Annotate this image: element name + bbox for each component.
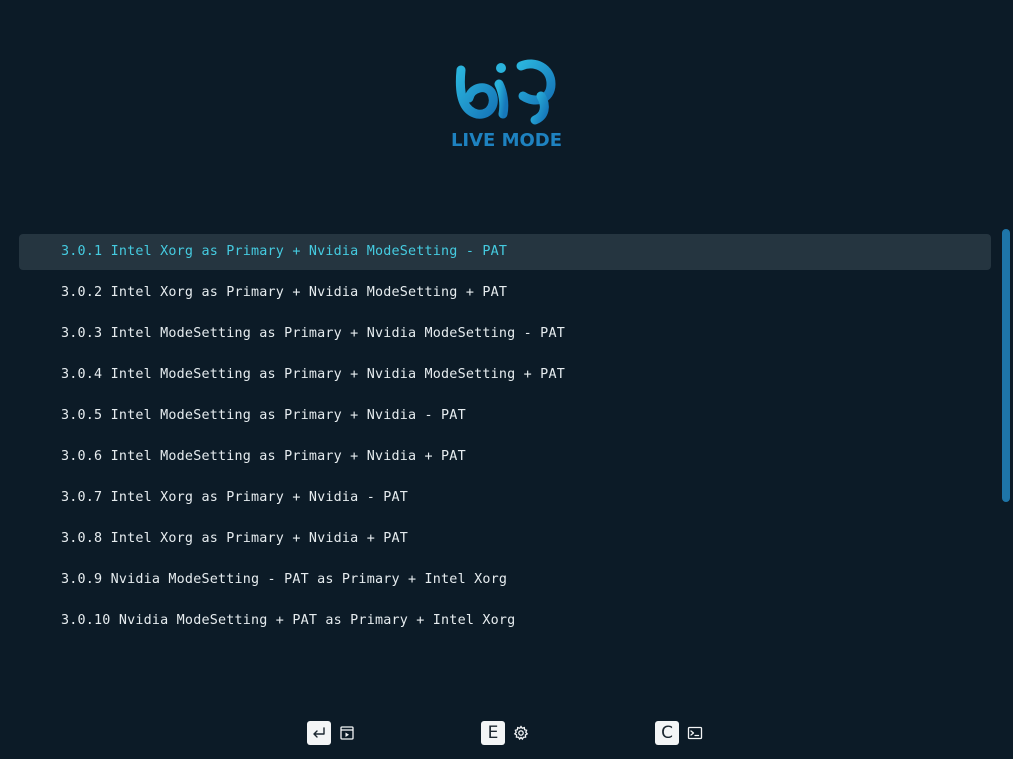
terminal-icon [687,726,703,740]
boot-menu: 3.0.1 Intel Xorg as Primary + Nvidia Mod… [19,234,991,644]
boot-entry-3-0-6[interactable]: 3.0.6 Intel ModeSetting as Primary + Nvi… [19,439,991,475]
boot-entry-3-0-7[interactable]: 3.0.7 Intel Xorg as Primary + Nvidia - P… [19,480,991,516]
c-key: C [655,721,679,745]
boot-entry-3-0-4[interactable]: 3.0.4 Intel ModeSetting as Primary + Nvi… [19,357,991,393]
boot-entry-3-0-1[interactable]: 3.0.1 Intel Xorg as Primary + Nvidia Mod… [19,234,991,270]
live-mode-label: LIVE MODE [450,130,563,151]
boot-entry-3-0-2[interactable]: 3.0.2 Intel Xorg as Primary + Nvidia Mod… [19,275,991,311]
boot-entry-3-0-3[interactable]: 3.0.3 Intel ModeSetting as Primary + Nvi… [19,316,991,352]
gear-icon [513,725,529,741]
big-logo: LIVE MODE [0,52,1013,151]
boot-entry-3-0-8[interactable]: 3.0.8 Intel Xorg as Primary + Nvidia + P… [19,521,991,557]
enter-key-icon [307,721,331,745]
big-logo-icon [455,59,555,125]
e-key: E [481,721,505,745]
boot-entry-3-0-9[interactable]: 3.0.9 Nvidia ModeSetting - PAT as Primar… [19,562,991,598]
boot-entry-3-0-5[interactable]: 3.0.5 Intel ModeSetting as Primary + Nvi… [19,398,991,434]
key-hints-bar: E C [0,721,1013,747]
menu-scrollbar[interactable] [1002,229,1010,502]
boot-entry-3-0-10[interactable]: 3.0.10 Nvidia ModeSetting + PAT as Prima… [19,603,991,639]
boot-icon [340,726,354,740]
